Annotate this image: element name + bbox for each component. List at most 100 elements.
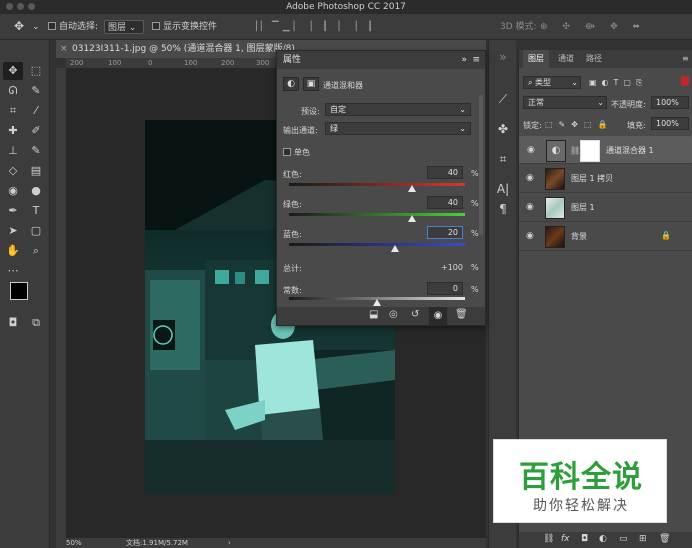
window-zoom-icon[interactable] [28,3,35,10]
lock-icons[interactable]: ⬚✎✥⬚🔒 [545,120,613,129]
hand-tool-icon[interactable]: ✋ [3,242,23,260]
document-size-info[interactable]: 文档:1.91M/5.72M [126,538,188,548]
lasso-tool-icon[interactable]: ᘏ [3,82,23,100]
red-slider-knob[interactable] [408,185,417,192]
brush-tool-icon[interactable]: ✐ [26,122,46,140]
quick-mask-icon[interactable]: ◘ [3,314,23,332]
green-slider-knob[interactable] [408,215,417,222]
close-tab-icon[interactable]: × [60,40,68,58]
status-chevron-icon[interactable]: › [228,538,231,548]
auto-select-checkbox[interactable]: 自动选择: [48,20,98,34]
tab-layers[interactable]: 图层 [523,50,549,68]
reset-icon[interactable]: ↺ [411,309,419,320]
layer-row[interactable]: ◉ 背景 🔒 [519,223,692,251]
red-slider-track[interactable] [289,183,465,186]
adjustments-panel-icon[interactable]: ✤ [494,120,512,138]
output-channel-dropdown[interactable]: 绿 ⌄ [325,122,471,135]
type-tool-icon[interactable]: T [26,202,46,220]
visibility-eye-icon[interactable]: ◉ [526,173,536,183]
layer-row[interactable]: ◉ 图层 1 拷贝 [519,165,692,193]
view-previous-icon[interactable]: ◎ [389,309,398,320]
vertical-ruler [56,68,66,538]
path-select-icon[interactable]: ➤ [3,222,23,240]
delete-icon[interactable]: 🗑 [455,309,468,320]
layer-row[interactable]: ◉ ◐ ⛓ 通道混合器 1 [519,136,692,164]
preset-dropdown[interactable]: 自定 ⌄ [325,103,471,116]
blue-slider-knob[interactable] [390,245,399,252]
preset-value: 自定 [330,105,346,114]
layer-row[interactable]: ◉ 图层 1 [519,194,692,222]
zoom-level[interactable]: 50% [66,538,82,548]
history-brush-icon[interactable]: ✎ [26,142,46,160]
shape-tool-icon[interactable]: ▢ [26,222,46,240]
crop-panel-icon[interactable]: ⌗ [494,150,512,168]
auto-select-dropdown[interactable]: 图层 ⌄ [104,20,144,34]
new-layer-icon[interactable]: ⊞ [639,534,647,544]
tool-preset-chevron-icon[interactable]: ⌄ [32,20,40,34]
window-close-icon[interactable] [6,3,13,10]
tab-channels[interactable]: 通道 [553,50,579,68]
mask-icon[interactable]: ▣ [303,77,319,91]
visibility-eye-icon[interactable]: ◉ [527,145,537,155]
3d-mode-icons[interactable]: ⊕ ✣ ⟴ ✥ ⬌ [540,20,646,34]
more-tools-icon[interactable]: ⋯ [3,262,23,280]
blur-tool-icon[interactable]: ◉ [3,182,23,200]
crop-tool-icon[interactable]: ⌗ [3,102,23,120]
zoom-tool-icon[interactable]: ⌕ [26,242,46,260]
visibility-eye-icon[interactable]: ◉ [526,202,536,212]
opacity-input[interactable]: 100% [651,96,689,109]
foreground-color-swatch[interactable] [10,282,28,300]
screen-mode-icon[interactable]: ⧉ [26,314,46,332]
layer-mask-thumb[interactable] [580,140,600,162]
clip-to-layer-icon[interactable]: ⬓ [369,309,378,320]
green-slider-track[interactable] [289,213,465,216]
pen-tool-icon[interactable]: ✒ [3,202,23,220]
delete-layer-icon[interactable]: 🗑 [659,534,670,544]
eraser-tool-icon[interactable]: ◇ [3,162,23,180]
move-tool-icon[interactable]: ✥ [3,62,23,80]
dodge-tool-icon[interactable]: ● [26,182,46,200]
move-tool-icon[interactable]: ✥ [14,19,24,33]
marquee-tool-icon[interactable]: ⬚ [26,62,46,80]
new-adjustment-icon[interactable]: ◐ [599,534,607,544]
monochrome-checkbox[interactable]: 单色 [283,147,310,158]
layers-menu-icon[interactable]: ≡ [677,50,692,68]
panel-menu-icon[interactable]: ≡ [472,51,480,69]
expand-panel-icon[interactable]: » [461,51,467,69]
window-minimize-icon[interactable] [17,3,24,10]
collapse-panels-icon[interactable]: » [494,48,512,66]
blue-slider-track[interactable] [289,243,465,246]
properties-scrollbar[interactable] [479,95,483,235]
add-mask-icon[interactable]: ◘ [581,534,588,544]
quick-select-tool-icon[interactable]: ✎ [26,82,46,100]
healing-brush-icon[interactable]: ✚ [3,122,23,140]
layer-filter-icons[interactable]: ▣◐T▢⎘ [589,78,647,88]
eyedropper-tool-icon[interactable]: ⁄ [26,102,46,120]
gradient-tool-icon[interactable]: ▤ [26,162,46,180]
filter-toggle-icon[interactable] [681,76,689,86]
green-value-input[interactable]: 40 [427,196,463,209]
show-transform-checkbox[interactable]: 显示变换控件 [152,20,217,34]
align-icons[interactable]: ▕▏▔▁▏▕ ┃ ▏▕ ┃ [250,20,377,34]
layer-filter-dropdown[interactable]: ⌕ 类型 ⌄ [523,76,581,89]
red-value-input[interactable]: 40 [427,166,463,179]
properties-tab[interactable]: 属性 [283,55,301,65]
blue-value-input[interactable]: 20 [427,226,463,239]
character-panel-icon[interactable]: A| [494,180,512,198]
paragraph-panel-icon[interactable]: ¶ [494,200,512,218]
visibility-eye-icon[interactable]: ◉ [429,307,447,325]
visibility-eye-icon[interactable]: ◉ [526,231,536,241]
link-icon[interactable]: ⛓ [570,146,580,155]
clone-stamp-icon[interactable]: ⊥ [3,142,23,160]
layer-style-icon[interactable]: fx [561,534,570,544]
adjustment-layer-icon[interactable]: ◐ [283,77,299,91]
constant-slider-knob[interactable] [373,299,381,306]
blend-mode-dropdown[interactable]: 正常 ⌄ [523,96,607,109]
curves-panel-icon[interactable]: ⟋ [494,90,512,108]
link-layers-icon[interactable]: ⛓ [543,534,554,544]
new-group-icon[interactable]: ▭ [619,534,628,544]
adjustment-thumb-icon: ◐ [546,140,566,162]
tab-paths[interactable]: 路径 [581,50,607,68]
fill-input[interactable]: 100% [651,117,689,130]
constant-value-input[interactable]: 0 [427,282,463,295]
